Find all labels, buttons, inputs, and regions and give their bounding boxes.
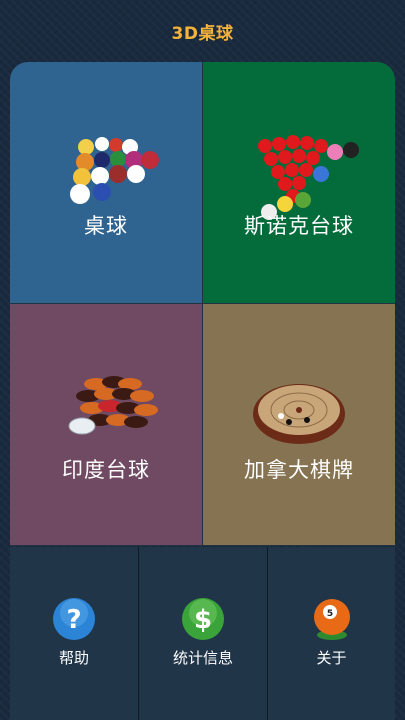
tile-label-snooker: 斯诺克台球 bbox=[244, 214, 354, 238]
svg-text:$: $ bbox=[194, 605, 212, 635]
help-button[interactable]: ? 帮助 bbox=[10, 547, 138, 720]
game-mode-grid: 桌球 斯诺克台球 印度台球 加拿大棋牌 bbox=[10, 62, 395, 546]
about-label: 关于 bbox=[316, 649, 347, 667]
ball-5-icon: 5 bbox=[313, 599, 350, 640]
statistics-button[interactable]: $ 统计信息 bbox=[139, 547, 267, 720]
help-icon: ? bbox=[53, 598, 95, 640]
app-title: 3D桌球 bbox=[171, 23, 234, 44]
statistics-label: 统计信息 bbox=[172, 649, 233, 667]
dollar-icon: $ bbox=[182, 598, 224, 640]
bottom-bar: ? 帮助 $ 统计信息 5 关于 bbox=[10, 547, 395, 720]
about-button[interactable]: 5 关于 bbox=[268, 547, 395, 720]
svg-text:?: ? bbox=[66, 605, 81, 635]
help-label: 帮助 bbox=[58, 649, 89, 667]
tile-label-billiards: 桌球 bbox=[84, 214, 128, 238]
tile-label-carrom: 印度台球 bbox=[62, 458, 150, 482]
tile-crokinole[interactable]: 加拿大棋牌 bbox=[203, 304, 395, 545]
tile-carrom[interactable]: 印度台球 bbox=[10, 304, 202, 545]
tile-label-crokinole: 加拿大棋牌 bbox=[244, 458, 354, 482]
svg-text:5: 5 bbox=[326, 609, 332, 619]
tile-snooker[interactable]: 斯诺克台球 bbox=[203, 62, 395, 303]
tile-billiards[interactable]: 桌球 bbox=[10, 62, 202, 303]
